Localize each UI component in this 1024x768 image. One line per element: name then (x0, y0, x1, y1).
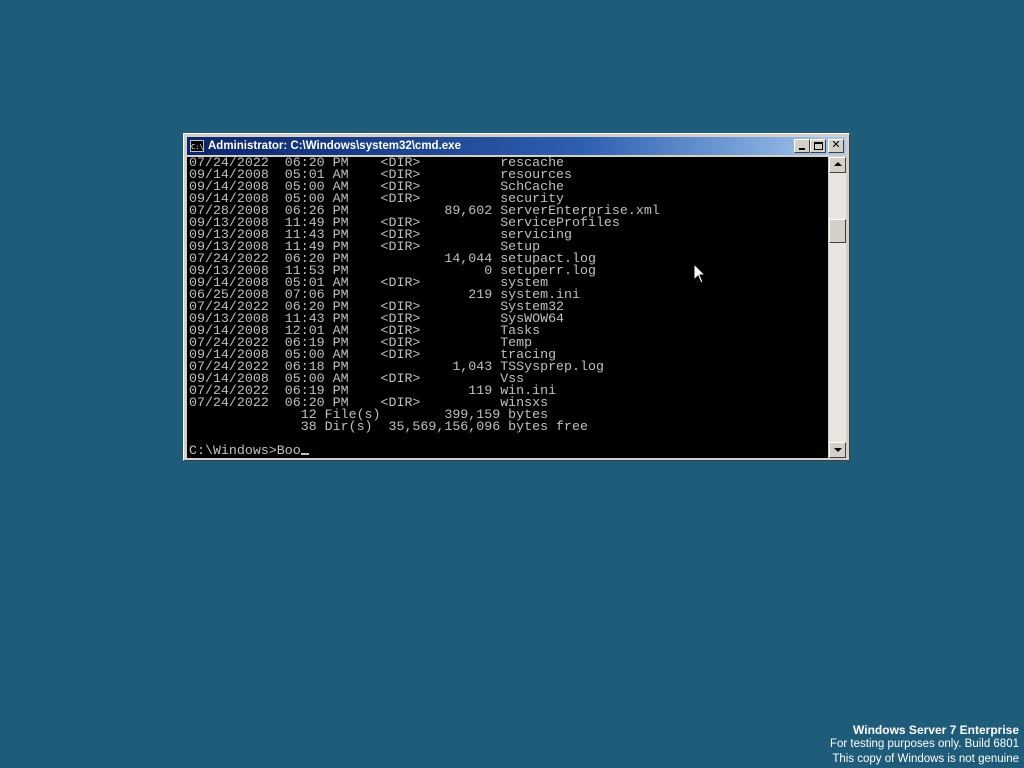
text-cursor (300, 453, 309, 455)
command-prompt[interactable]: C:\Windows>Boo (189, 443, 309, 458)
cmd-window[interactable]: C:\ Administrator: C:\Windows\system32\c… (183, 133, 850, 461)
title-bar[interactable]: C:\ Administrator: C:\Windows\system32\c… (187, 137, 846, 155)
console-output[interactable]: 07/24/2022 06:20 PM <DIR> rescache 09/14… (187, 157, 828, 458)
close-button[interactable]: ✕ (828, 138, 844, 153)
console-text: 07/24/2022 06:20 PM <DIR> rescache 09/14… (187, 157, 828, 433)
scroll-down-button[interactable] (829, 442, 846, 458)
window-controls: ✕ (794, 138, 844, 153)
scroll-thumb[interactable] (829, 219, 846, 243)
genuine-notice: This copy of Windows is not genuine (832, 752, 1019, 765)
console-summary-dirs: 38 Dir(s) 35,569,156,096 bytes free (189, 419, 588, 434)
window-title: Administrator: C:\Windows\system32\cmd.e… (208, 140, 461, 152)
windows-watermark: Windows Server 7 Enterprise For testing … (830, 723, 1019, 767)
maximize-button[interactable] (810, 139, 826, 153)
build-info: For testing purposes only. Build 6801 (829, 738, 1019, 750)
minimize-icon (799, 148, 805, 150)
scroll-up-button[interactable] (829, 157, 846, 173)
maximize-icon (814, 142, 823, 150)
arrow-up-icon (834, 162, 842, 166)
minimize-button[interactable] (794, 139, 810, 153)
prompt-text: C:\Windows>Boo (189, 443, 301, 458)
mouse-pointer-icon (693, 263, 707, 284)
cmd-icon[interactable]: C:\ (190, 140, 204, 152)
close-icon: ✕ (831, 138, 841, 151)
arrow-down-icon (834, 448, 842, 452)
os-edition: Windows Server 7 Enterprise (853, 722, 1019, 737)
vertical-scrollbar[interactable] (829, 157, 846, 458)
